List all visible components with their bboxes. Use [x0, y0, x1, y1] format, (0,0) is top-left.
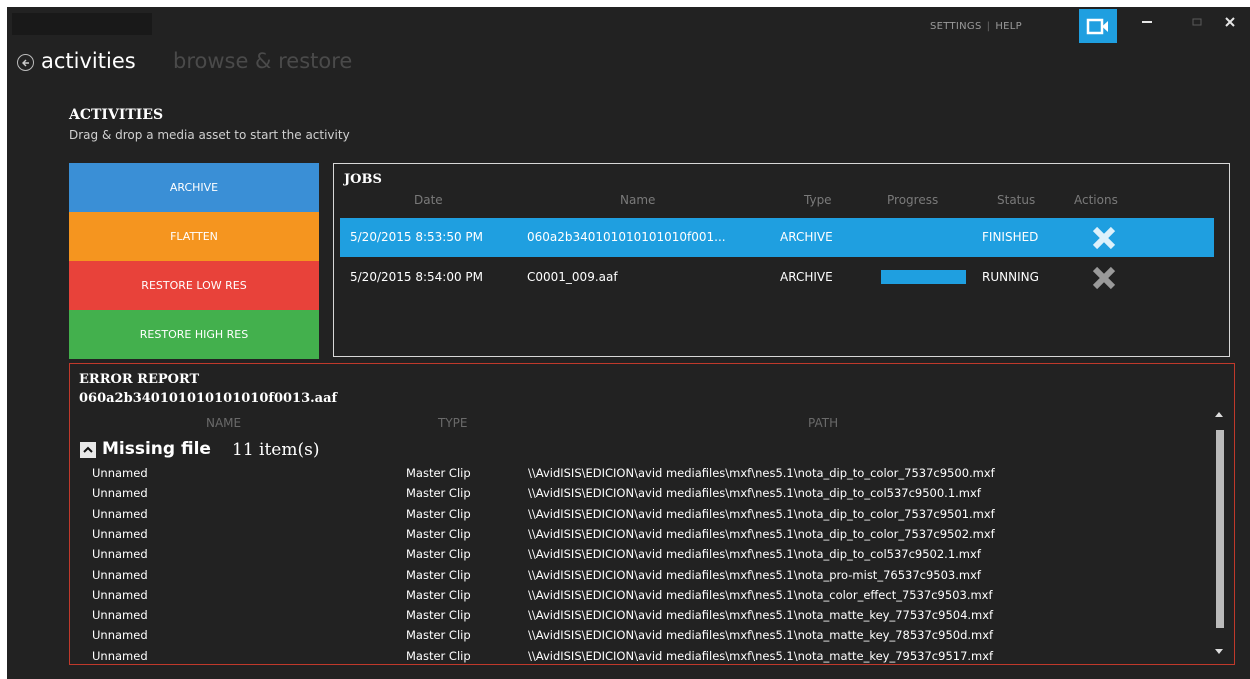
settings-link[interactable]: SETTINGS [930, 21, 982, 32]
error-type: Master Clip [406, 628, 471, 643]
job-type: ARCHIVE [780, 230, 833, 244]
job-type: ARCHIVE [780, 270, 833, 284]
error-path: \\AvidISIS\EDICION\avid mediafiles\mxf\n… [528, 506, 995, 521]
error-row[interactable]: Unnamed Master Clip \\AvidISIS\EDICION\avi… [70, 545, 1210, 565]
close-button[interactable] [1216, 12, 1244, 32]
job-progress-bar [881, 270, 966, 284]
jobs-col-progress: Progress [887, 193, 939, 207]
activities-title: ACTIVITIES [69, 107, 164, 123]
minimize-button[interactable] [1133, 12, 1161, 32]
job-row[interactable]: 5/20/2015 8:54:00 PM C0001_009.aaf ARCHI… [340, 258, 1214, 297]
error-type: Master Clip [406, 526, 471, 541]
tab-activities[interactable]: activities [41, 49, 136, 73]
error-row[interactable]: Unnamed Master Clip \\AvidISIS\EDICION\avi… [70, 525, 1210, 545]
help-link[interactable]: HELP [995, 21, 1022, 32]
job-date: 5/20/2015 8:54:00 PM [350, 270, 484, 284]
app-window: SETTINGS | HELP activities browse & restor… [7, 7, 1250, 679]
group-name: Missing file [102, 439, 211, 459]
error-name: Unnamed [92, 608, 148, 623]
top-links: SETTINGS | HELP [930, 21, 1022, 32]
error-path: \\AvidISIS\EDICION\avid mediafiles\mxf\n… [528, 587, 993, 602]
error-row[interactable]: Unnamed Master Clip \\AvidISIS\EDICION\avi… [70, 586, 1210, 606]
error-path: \\AvidISIS\EDICION\avid mediafiles\mxf\n… [528, 526, 995, 541]
error-row[interactable]: Unnamed Master Clip \\AvidISIS\EDICION\avi… [70, 484, 1210, 504]
jobs-col-actions: Actions [1074, 193, 1118, 207]
error-name: Unnamed [92, 506, 148, 521]
minimize-icon [1142, 21, 1152, 23]
jobs-panel: JOBS Date Name Type Progress Status Acti… [333, 163, 1230, 357]
archive-button[interactable]: ARCHIVE [69, 163, 319, 212]
title-area [12, 13, 152, 35]
group-toggle[interactable] [80, 442, 96, 458]
error-path: \\AvidISIS\EDICION\avid mediafiles\mxf\n… [528, 628, 994, 643]
error-report-title: ERROR REPORT [79, 372, 200, 387]
error-name: Unnamed [92, 486, 148, 501]
error-type: Master Clip [406, 648, 471, 663]
link-separator: | [986, 21, 991, 32]
error-type: Master Clip [406, 547, 471, 562]
scroll-thumb[interactable] [1216, 430, 1224, 628]
job-row[interactable]: 5/20/2015 8:53:50 PM 060a2b3401010101010… [340, 218, 1214, 257]
error-type: Master Clip [406, 567, 471, 582]
error-path: \\AvidISIS\EDICION\avid mediafiles\mxf\n… [528, 567, 981, 582]
error-path: \\AvidISIS\EDICION\avid mediafiles\mxf\n… [528, 648, 994, 663]
error-path: \\AvidISIS\EDICION\avid mediafiles\mxf\n… [528, 466, 995, 480]
restore-low-res-button[interactable]: RESTORE LOW RES [69, 261, 319, 310]
flatten-button[interactable]: FLATTEN [69, 212, 319, 261]
back-arrow-icon [21, 59, 29, 66]
error-name: Unnamed [92, 567, 148, 582]
tab-browse-restore[interactable]: browse & restore [173, 49, 352, 73]
back-button[interactable] [17, 54, 34, 71]
job-status: RUNNING [982, 270, 1039, 284]
scrollbar[interactable] [1213, 408, 1227, 660]
scroll-down-arrow[interactable] [1215, 649, 1223, 654]
error-name: Unnamed [92, 526, 148, 541]
error-name: Unnamed [92, 547, 148, 562]
job-name: 060a2b340101010101010f001... [527, 230, 726, 244]
error-name: Unnamed [92, 587, 148, 602]
err-col-name: NAME [206, 416, 242, 430]
error-report-file: 060a2b340101010101010f0013.aaf [79, 391, 338, 406]
error-path: \\AvidISIS\EDICION\avid mediafiles\mxf\n… [528, 547, 981, 562]
error-report-panel: ERROR REPORT 060a2b340101010101010f0013.… [69, 363, 1235, 665]
maximize-icon [1192, 18, 1202, 26]
camera-button[interactable] [1079, 9, 1117, 43]
jobs-title: JOBS [344, 172, 382, 187]
err-col-type: TYPE [438, 416, 468, 430]
error-type: Master Clip [406, 587, 471, 602]
error-name: Unnamed [92, 466, 148, 480]
jobs-col-date: Date [414, 193, 443, 207]
error-type: Master Clip [406, 486, 471, 501]
activities-subtitle: Drag & drop a media asset to start the a… [69, 128, 350, 142]
jobs-col-status: Status [997, 193, 1036, 207]
error-type: Master Clip [406, 506, 471, 521]
err-col-path: PATH [808, 416, 839, 430]
job-date: 5/20/2015 8:53:50 PM [350, 230, 484, 244]
error-type: Master Clip [406, 466, 471, 480]
group-count: 11 item(s) [232, 440, 320, 460]
error-row[interactable]: Unnamed Master Clip \\AvidISIS\EDICION\avi… [70, 647, 1210, 664]
error-name: Unnamed [92, 648, 148, 663]
jobs-col-type: Type [804, 193, 832, 207]
job-status: FINISHED [982, 230, 1039, 244]
restore-high-res-button[interactable]: RESTORE HIGH RES [69, 310, 319, 359]
error-row[interactable]: Unnamed Master Clip \\AvidISIS\EDICION\avi… [70, 464, 1210, 484]
error-type: Master Clip [406, 608, 471, 623]
error-name: Unnamed [92, 628, 148, 643]
close-x-icon[interactable] [1090, 224, 1118, 252]
scroll-up-arrow[interactable] [1215, 412, 1223, 417]
close-x-icon[interactable] [1090, 264, 1118, 292]
close-icon [1225, 17, 1235, 27]
error-row[interactable]: Unnamed Master Clip \\AvidISIS\EDICION\avi… [70, 566, 1210, 586]
chevron-up-icon [83, 446, 93, 453]
error-row[interactable]: Unnamed Master Clip \\AvidISIS\EDICION\avi… [70, 626, 1210, 646]
jobs-col-name: Name [620, 193, 656, 207]
error-row[interactable]: Unnamed Master Clip \\AvidISIS\EDICION\avi… [70, 505, 1210, 525]
job-name: C0001_009.aaf [527, 270, 618, 284]
error-path: \\AvidISIS\EDICION\avid mediafiles\mxf\n… [528, 608, 994, 623]
maximize-button[interactable] [1183, 12, 1211, 32]
error-path: \\AvidISIS\EDICION\avid mediafiles\mxf\n… [528, 486, 981, 501]
video-camera-icon [1086, 18, 1108, 34]
error-row[interactable]: Unnamed Master Clip \\AvidISIS\EDICION\avi… [70, 606, 1210, 626]
